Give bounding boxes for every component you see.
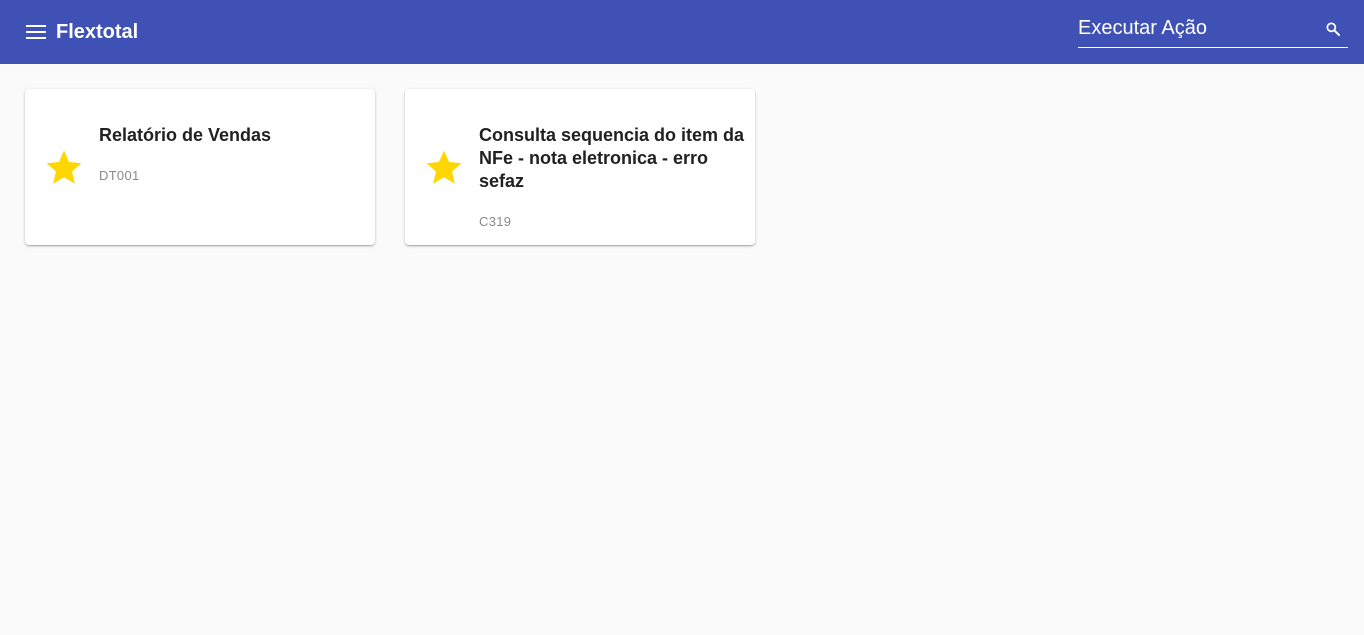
app-bar: Flextotal — [0, 0, 1364, 64]
menu-icon — [26, 25, 46, 39]
card-title: Consulta sequencia do item da NFe - nota… — [479, 125, 745, 191]
menu-button[interactable] — [22, 18, 50, 46]
card-title: Relatório de Vendas — [99, 125, 272, 145]
star-icon — [46, 150, 82, 184]
search-button[interactable] — [1322, 18, 1344, 40]
card-code: DT001 — [99, 168, 140, 183]
star-icon — [426, 150, 462, 184]
action-card[interactable]: Consulta sequencia do item da NFe - nota… — [405, 89, 755, 245]
app-title: Flextotal — [56, 21, 139, 43]
card-code: C319 — [479, 214, 512, 229]
search-input[interactable] — [1078, 14, 1314, 42]
search-icon — [1326, 22, 1340, 36]
action-card[interactable]: Relatório de Vendas DT001 — [25, 89, 375, 245]
search-field — [1078, 10, 1348, 48]
